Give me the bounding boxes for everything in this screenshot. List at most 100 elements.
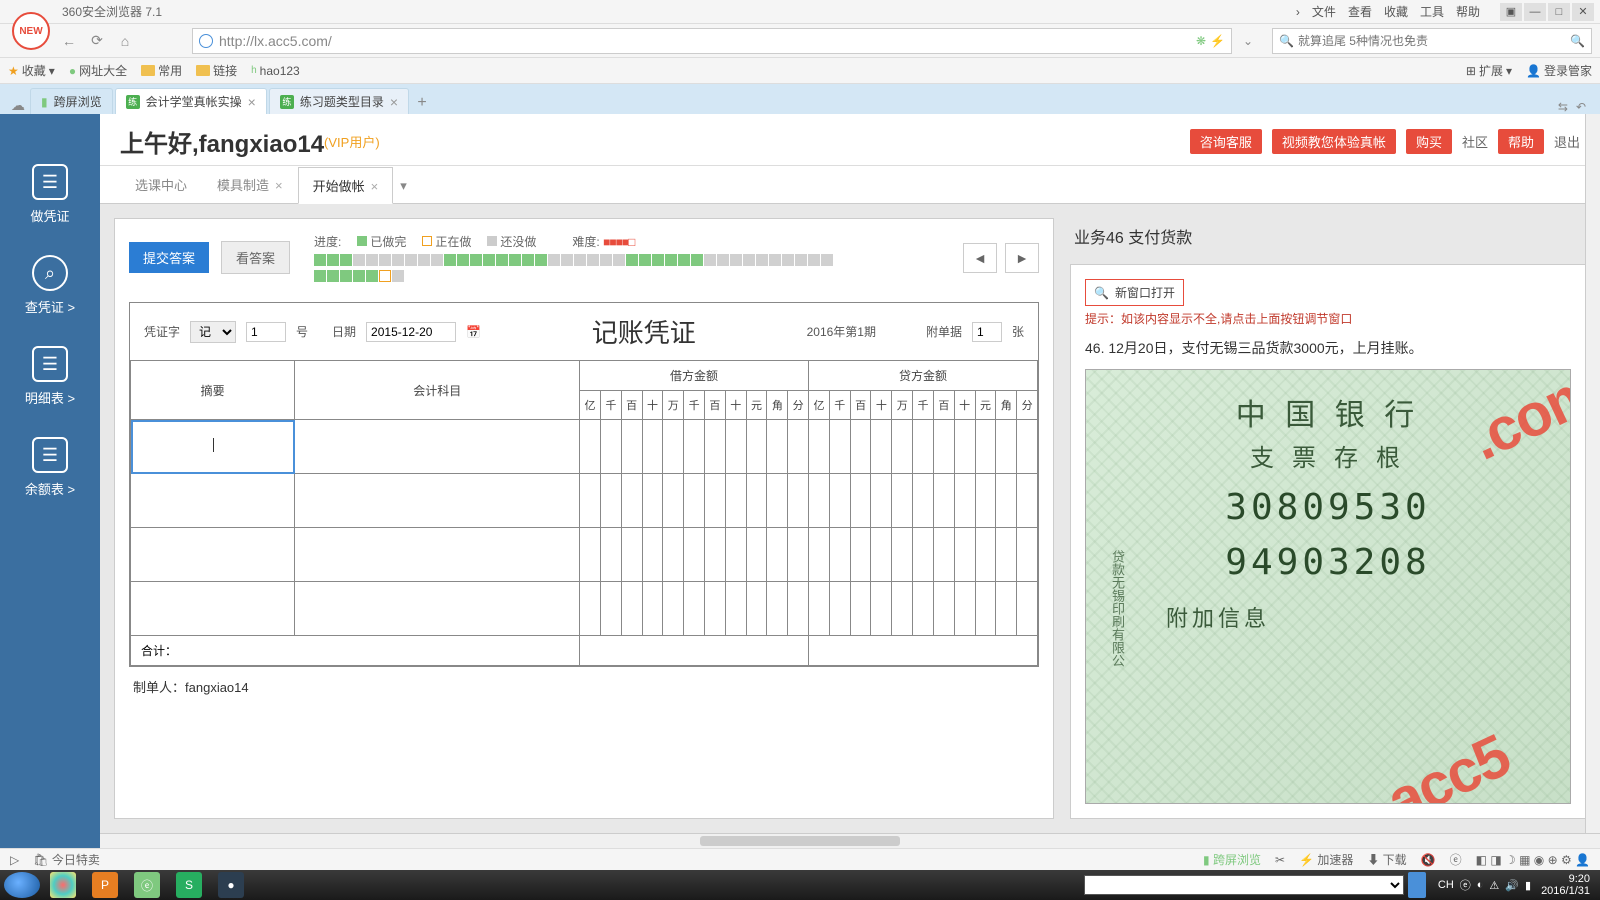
progress-cell[interactable] <box>743 254 755 266</box>
tab-course-center[interactable]: 选课中心 <box>120 166 202 203</box>
progress-cell[interactable] <box>327 270 339 282</box>
progress-cell[interactable] <box>821 254 833 266</box>
amount-cell[interactable] <box>663 474 684 528</box>
date-input[interactable] <box>366 322 456 342</box>
progress-cell[interactable] <box>470 254 482 266</box>
sidebar-balance[interactable]: ☰ 余额表 > <box>25 437 75 498</box>
progress-cell[interactable] <box>782 254 794 266</box>
cross-screen[interactable]: ▮ 跨屏浏览 <box>1203 851 1261 868</box>
taskbar-app[interactable]: ● <box>212 872 250 898</box>
ime-indicator[interactable]: CH <box>1438 879 1454 891</box>
amount-cell[interactable] <box>871 582 892 636</box>
amount-cell[interactable] <box>892 474 913 528</box>
sidebar-detail[interactable]: ☰ 明细表 > <box>25 346 75 407</box>
tab-mold[interactable]: 模具制造× <box>202 166 298 203</box>
progress-cell[interactable] <box>587 254 599 266</box>
amount-cell[interactable] <box>954 528 975 582</box>
sync-icon[interactable]: ⇆ <box>1558 100 1568 114</box>
new-tab-button[interactable]: + <box>411 92 433 114</box>
scissors-icon[interactable]: ✂ <box>1275 853 1285 867</box>
progress-cell[interactable] <box>392 254 404 266</box>
help-button[interactable]: 帮助 <box>1498 129 1544 154</box>
progress-cell[interactable] <box>665 254 677 266</box>
login-manager-button[interactable]: 👤登录管家 <box>1526 62 1592 79</box>
progress-cell[interactable] <box>678 254 690 266</box>
progress-cell[interactable] <box>405 254 417 266</box>
taskbar-app[interactable]: P <box>86 872 124 898</box>
amount-cell[interactable] <box>788 582 809 636</box>
summary-cell[interactable] <box>131 474 295 528</box>
sidebar-search-voucher[interactable]: ⌕ 查凭证 > <box>25 255 75 316</box>
amount-cell[interactable] <box>871 420 892 474</box>
amount-cell[interactable] <box>829 582 850 636</box>
zoom-icons[interactable]: ◧ ◨ ☽ ▦ ◉ ⊕ ⚙ 👤 <box>1476 853 1590 867</box>
tab-start-accounting[interactable]: 开始做帐× <box>298 167 394 204</box>
taskbar-input[interactable] <box>1084 875 1404 895</box>
progress-cell[interactable] <box>314 254 326 266</box>
progress-cell[interactable] <box>600 254 612 266</box>
buy-button[interactable]: 购买 <box>1406 129 1452 154</box>
amount-cell[interactable] <box>704 528 725 582</box>
progress-cell[interactable] <box>522 254 534 266</box>
amount-cell[interactable] <box>975 528 996 582</box>
ie-icon[interactable]: ⓔ <box>1450 851 1462 868</box>
amount-cell[interactable] <box>809 474 830 528</box>
amount-cell[interactable] <box>933 528 954 582</box>
progress-cell[interactable] <box>431 254 443 266</box>
amount-cell[interactable] <box>954 420 975 474</box>
scrollbar-vertical[interactable] <box>1585 204 1600 833</box>
amount-cell[interactable] <box>1017 528 1038 582</box>
tab-exercise[interactable]: 练 练习题类型目录 × <box>269 88 409 114</box>
minimize-button[interactable]: — <box>1524 3 1546 21</box>
menu-file[interactable]: 文件 <box>1312 3 1336 20</box>
tab-accounting[interactable]: 练 会计学堂真帐实操 × <box>115 88 267 114</box>
url-input[interactable]: http://lx.acc5.com/ ❋ ⚡ <box>192 28 1232 54</box>
close-button[interactable]: ✕ <box>1572 3 1594 21</box>
amount-cell[interactable] <box>892 420 913 474</box>
amount-cell[interactable] <box>600 420 621 474</box>
progress-cell[interactable] <box>392 270 404 282</box>
tab-close-icon[interactable]: × <box>390 94 398 110</box>
amount-cell[interactable] <box>725 528 746 582</box>
amount-cell[interactable] <box>746 420 767 474</box>
menu-tools[interactable]: 工具 <box>1420 3 1444 20</box>
amount-cell[interactable] <box>580 420 601 474</box>
amount-cell[interactable] <box>850 528 871 582</box>
summary-cell[interactable] <box>131 420 295 474</box>
progress-cell[interactable] <box>704 254 716 266</box>
progress-cell[interactable] <box>808 254 820 266</box>
home-button[interactable]: ⌂ <box>114 30 136 52</box>
video-button[interactable]: 视频教您体验真帐 <box>1272 129 1396 154</box>
amount-cell[interactable] <box>996 528 1017 582</box>
progress-cell[interactable] <box>535 254 547 266</box>
summary-cell[interactable] <box>131 582 295 636</box>
progress-cell[interactable] <box>483 254 495 266</box>
url-dropdown[interactable]: ⌄ <box>1238 34 1258 48</box>
amount-cell[interactable] <box>809 420 830 474</box>
summary-cell[interactable] <box>131 528 295 582</box>
tray-icon[interactable]: ▮ <box>1525 879 1531 892</box>
amount-cell[interactable] <box>850 474 871 528</box>
menu-fav[interactable]: 收藏 <box>1384 3 1408 20</box>
exit-link[interactable]: 退出 <box>1554 132 1580 151</box>
search-input[interactable] <box>1298 34 1570 48</box>
amount-cell[interactable] <box>642 528 663 582</box>
amount-cell[interactable] <box>621 474 642 528</box>
taskbar-app[interactable]: S <box>170 872 208 898</box>
start-button[interactable] <box>4 872 40 898</box>
amount-cell[interactable] <box>621 582 642 636</box>
amount-cell[interactable] <box>913 474 934 528</box>
new-window-button[interactable]: 🔍 新窗口打开 <box>1085 279 1184 306</box>
amount-cell[interactable] <box>892 528 913 582</box>
progress-cell[interactable] <box>639 254 651 266</box>
amount-cell[interactable] <box>788 420 809 474</box>
amount-cell[interactable] <box>788 474 809 528</box>
progress-cell[interactable] <box>548 254 560 266</box>
today-sale[interactable]: 🛍 今日特卖 <box>33 851 100 868</box>
amount-cell[interactable] <box>933 474 954 528</box>
progress-cell[interactable] <box>379 270 391 282</box>
amount-cell[interactable] <box>996 582 1017 636</box>
progress-cell[interactable] <box>340 270 352 282</box>
progress-cell[interactable] <box>353 254 365 266</box>
amount-cell[interactable] <box>975 420 996 474</box>
